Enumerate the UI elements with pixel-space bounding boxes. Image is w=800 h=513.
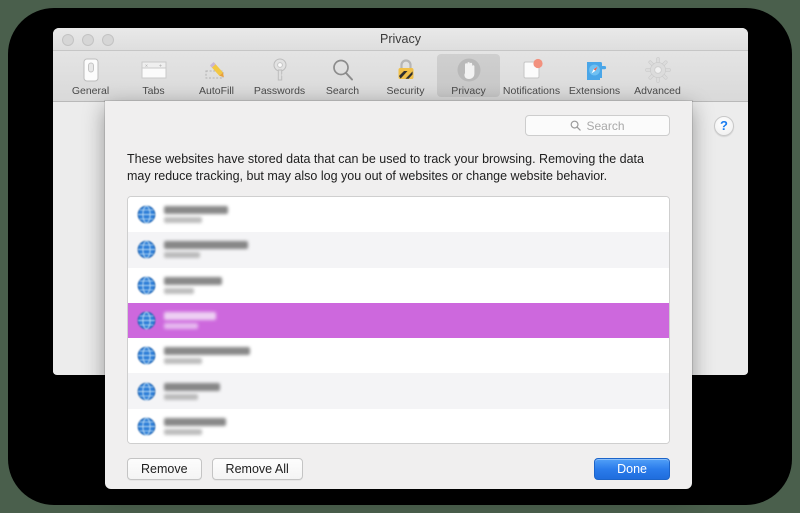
search-magnifier-icon <box>327 56 359 83</box>
website-globe-icon <box>137 311 156 330</box>
website-row-text <box>164 417 226 435</box>
toolbar-label-general: General <box>71 85 110 97</box>
website-row[interactable] <box>128 338 669 374</box>
website-detail <box>164 358 202 365</box>
close-button[interactable] <box>62 34 74 46</box>
autofill-pencil-icon <box>201 56 233 83</box>
search-input[interactable]: Search <box>525 115 670 136</box>
remove-all-button[interactable]: Remove All <box>211 458 303 480</box>
website-detail <box>164 323 198 330</box>
window-title: Privacy <box>380 32 421 46</box>
svg-text:+: + <box>159 63 162 69</box>
preferences-toolbar: General × + Tabs AutoFill Passwords Sear… <box>53 51 748 102</box>
toolbar-label-autofill: AutoFill <box>198 85 234 97</box>
website-name <box>164 382 220 391</box>
minimize-button[interactable] <box>82 34 94 46</box>
website-row-text <box>164 382 220 400</box>
help-button[interactable]: ? <box>714 116 734 136</box>
zoom-button[interactable] <box>102 34 114 46</box>
general-switch-icon <box>75 56 107 83</box>
website-row[interactable] <box>128 373 669 409</box>
website-row[interactable] <box>128 408 669 443</box>
done-button[interactable]: Done <box>594 458 670 480</box>
privacy-hand-icon <box>453 56 485 83</box>
website-row-text <box>164 276 222 294</box>
website-globe-icon <box>137 240 156 259</box>
toolbar-label-advanced: Advanced <box>634 85 681 97</box>
website-detail <box>164 252 200 259</box>
website-row[interactable] <box>128 267 669 303</box>
toolbar-label-extensions: Extensions <box>568 85 621 97</box>
search-placeholder: Search <box>586 118 625 133</box>
toolbar-label-notifications: Notifications <box>502 85 561 97</box>
website-row[interactable] <box>128 302 669 339</box>
website-globe-icon <box>137 205 156 224</box>
website-detail <box>164 393 198 400</box>
toolbar-item-autofill[interactable]: AutoFill <box>185 54 248 97</box>
toolbar-label-privacy: Privacy <box>451 85 486 97</box>
toolbar-label-search: Search <box>325 85 360 97</box>
website-row-text <box>164 206 228 224</box>
website-row[interactable] <box>128 197 669 233</box>
toolbar-item-security[interactable]: Security <box>374 54 437 97</box>
website-name <box>164 276 222 285</box>
security-padlock-icon <box>390 56 422 83</box>
website-detail <box>164 428 202 435</box>
toolbar-item-passwords[interactable]: Passwords <box>248 54 311 97</box>
sheet-description: These websites have stored data that can… <box>127 152 644 183</box>
website-data-list[interactable] <box>127 196 670 444</box>
toolbar-item-search[interactable]: Search <box>311 54 374 97</box>
traffic-lights <box>62 34 114 46</box>
website-globe-icon <box>137 417 156 436</box>
website-name <box>164 241 248 250</box>
notifications-badge-icon <box>516 56 548 83</box>
toolbar-label-tabs: Tabs <box>142 85 165 97</box>
search-row: Search <box>127 115 670 136</box>
title-bar: Privacy <box>53 28 748 51</box>
website-name <box>164 312 216 321</box>
tabs-window-icon: × + <box>138 56 170 83</box>
toolbar-label-security: Security <box>386 85 425 97</box>
toolbar-label-passwords: Passwords <box>253 85 306 97</box>
website-globe-icon <box>137 346 156 365</box>
remove-button[interactable]: Remove <box>127 458 202 480</box>
website-globe-icon <box>137 382 156 401</box>
website-name <box>164 417 226 426</box>
website-row[interactable] <box>128 232 669 268</box>
toolbar-item-privacy[interactable]: Privacy <box>437 54 500 97</box>
privacy-website-data-sheet: Search These websites have stored data t… <box>105 101 692 489</box>
passwords-key-icon <box>264 56 296 83</box>
search-icon <box>571 120 582 131</box>
toolbar-item-general[interactable]: General <box>59 54 122 97</box>
advanced-gear-icon <box>642 56 674 83</box>
website-detail <box>164 217 202 224</box>
website-row-text <box>164 241 248 259</box>
toolbar-item-tabs[interactable]: × + Tabs <box>122 54 185 97</box>
website-name <box>164 347 250 356</box>
svg-text:×: × <box>145 63 148 69</box>
website-row-text <box>164 312 216 330</box>
website-row-text <box>164 347 250 365</box>
toolbar-item-extensions[interactable]: Extensions <box>563 54 626 97</box>
extensions-puzzle-icon <box>579 56 611 83</box>
toolbar-item-notifications[interactable]: Notifications <box>500 54 563 97</box>
website-name <box>164 206 228 215</box>
website-globe-icon <box>137 276 156 295</box>
toolbar-item-advanced[interactable]: Advanced <box>626 54 689 97</box>
sheet-button-row: Remove Remove All Done <box>127 458 670 480</box>
website-detail <box>164 287 194 294</box>
